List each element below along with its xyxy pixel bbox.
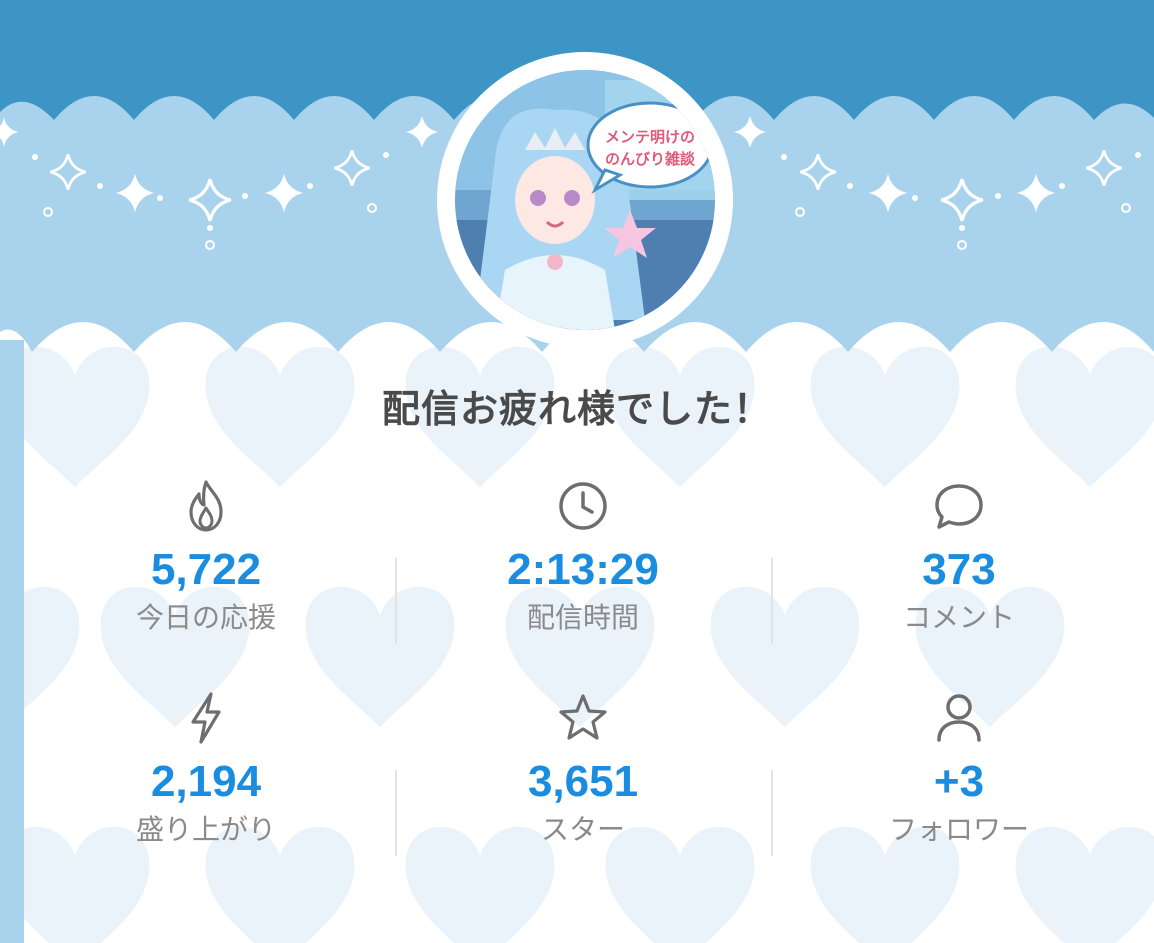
comment-bubble-icon [935, 484, 983, 529]
stat-excitement: 2,194 盛り上がり [18, 690, 394, 846]
stat-stars: 3,651 スター [395, 690, 771, 846]
stat-label: フォロワー [888, 813, 1029, 846]
thumbnail-caption-line2: のんびり雑談 [605, 150, 696, 168]
stat-stream-duration: 2:13:29 配信時間 [395, 478, 771, 634]
stat-value: 2:13:29 [507, 545, 659, 594]
page-title: 配信お疲れ様でした！ [381, 387, 772, 431]
flame-icon [189, 480, 223, 532]
thumbnail-caption-line1: メンテ明けの [605, 128, 695, 146]
stat-label: コメント [902, 601, 1015, 634]
stat-value: 5,722 [150, 545, 262, 594]
stat-followers: +3 フォロワー [771, 690, 1147, 846]
stream-thumbnail-frame: メンテ明けの のんびり雑談 [437, 52, 733, 348]
stat-label: 今日の応援 [135, 601, 276, 634]
stat-label: 盛り上がり [135, 813, 276, 846]
stat-label: 配信時間 [526, 601, 639, 634]
stat-value: 373 [922, 545, 996, 594]
stat-value: 2,194 [150, 757, 262, 806]
stat-comments: 373 コメント [771, 478, 1147, 634]
person-icon [937, 694, 981, 742]
heart-pattern [0, 346, 1154, 943]
stream-thumbnail: メンテ明けの のんびり雑談 [455, 70, 715, 330]
stat-label: スター [540, 813, 625, 846]
stat-value: +3 [933, 757, 985, 806]
lightning-icon [191, 692, 221, 744]
stat-cheers: 5,722 今日の応援 [18, 478, 394, 634]
star-icon [559, 694, 607, 740]
clock-icon [559, 482, 607, 530]
stat-value: 3,651 [527, 757, 639, 806]
